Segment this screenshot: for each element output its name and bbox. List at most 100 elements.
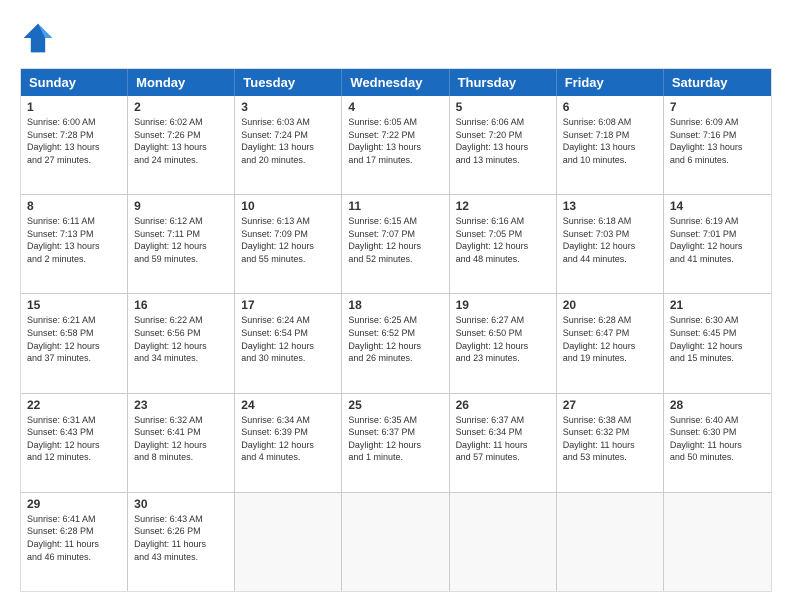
day-cell-16: 16 Sunrise: 6:22 AM Sunset: 6:56 PM Dayli…: [128, 294, 235, 392]
calendar-row-3: 22 Sunrise: 6:31 AM Sunset: 6:43 PM Dayli…: [21, 393, 771, 492]
day-info: Sunrise: 6:32 AM Sunset: 6:41 PM Dayligh…: [134, 414, 228, 464]
day-number: 1: [27, 100, 121, 114]
day-info: Sunrise: 6:16 AM Sunset: 7:05 PM Dayligh…: [456, 215, 550, 265]
header-day-saturday: Saturday: [664, 69, 771, 96]
day-info: Sunrise: 6:22 AM Sunset: 6:56 PM Dayligh…: [134, 314, 228, 364]
day-info: Sunrise: 6:27 AM Sunset: 6:50 PM Dayligh…: [456, 314, 550, 364]
day-number: 8: [27, 199, 121, 213]
day-number: 23: [134, 398, 228, 412]
day-cell-28: 28Sunrise: 6:40 AM Sunset: 6:30 PM Dayli…: [664, 394, 771, 492]
day-info: Sunrise: 6:38 AM Sunset: 6:32 PM Dayligh…: [563, 414, 657, 464]
day-cell-4: 4 Sunrise: 6:05 AM Sunset: 7:22 PM Daylig…: [342, 96, 449, 194]
day-number: 2: [134, 100, 228, 114]
day-number: 18: [348, 298, 442, 312]
day-info: Sunrise: 6:24 AM Sunset: 6:54 PM Dayligh…: [241, 314, 335, 364]
day-info: Sunrise: 6:30 AM Sunset: 6:45 PM Dayligh…: [670, 314, 765, 364]
day-number: 10: [241, 199, 335, 213]
day-number: 15: [27, 298, 121, 312]
day-cell-6: 6 Sunrise: 6:08 AM Sunset: 7:18 PM Daylig…: [557, 96, 664, 194]
day-number: 11: [348, 199, 442, 213]
day-cell-12: 12Sunrise: 6:16 AM Sunset: 7:05 PM Dayli…: [450, 195, 557, 293]
day-number: 28: [670, 398, 765, 412]
day-info: Sunrise: 6:08 AM Sunset: 7:18 PM Dayligh…: [563, 116, 657, 166]
day-cell-2: 2 Sunrise: 6:02 AM Sunset: 7:26 PM Daylig…: [128, 96, 235, 194]
day-number: 14: [670, 199, 765, 213]
calendar-row-0: 1 Sunrise: 6:00 AM Sunset: 7:28 PM Daylig…: [21, 96, 771, 194]
header-day-monday: Monday: [128, 69, 235, 96]
day-cell-1: 1 Sunrise: 6:00 AM Sunset: 7:28 PM Daylig…: [21, 96, 128, 194]
page-header: [20, 20, 772, 56]
day-cell-19: 19 Sunrise: 6:27 AM Sunset: 6:50 PM Dayli…: [450, 294, 557, 392]
day-cell-23: 23 Sunrise: 6:32 AM Sunset: 6:41 PM Dayli…: [128, 394, 235, 492]
day-number: 25: [348, 398, 442, 412]
day-cell-8: 8 Sunrise: 6:11 AM Sunset: 7:13 PM Daylig…: [21, 195, 128, 293]
day-cell-15: 15 Sunrise: 6:21 AM Sunset: 6:58 PM Dayli…: [21, 294, 128, 392]
day-number: 21: [670, 298, 765, 312]
day-info: Sunrise: 6:34 AM Sunset: 6:39 PM Dayligh…: [241, 414, 335, 464]
empty-cell: [235, 493, 342, 591]
day-cell-27: 27 Sunrise: 6:38 AM Sunset: 6:32 PM Dayli…: [557, 394, 664, 492]
calendar-body: 1 Sunrise: 6:00 AM Sunset: 7:28 PM Daylig…: [21, 96, 771, 591]
day-cell-26: 26 Sunrise: 6:37 AM Sunset: 6:34 PM Dayli…: [450, 394, 557, 492]
day-cell-14: 14 Sunrise: 6:19 AM Sunset: 7:01 PM Dayli…: [664, 195, 771, 293]
day-info: Sunrise: 6:12 AM Sunset: 7:11 PM Dayligh…: [134, 215, 228, 265]
day-cell-3: 3 Sunrise: 6:03 AM Sunset: 7:24 PM Daylig…: [235, 96, 342, 194]
day-number: 20: [563, 298, 657, 312]
day-number: 29: [27, 497, 121, 511]
day-cell-11: 11 Sunrise: 6:15 AM Sunset: 7:07 PM Dayli…: [342, 195, 449, 293]
day-info: Sunrise: 6:19 AM Sunset: 7:01 PM Dayligh…: [670, 215, 765, 265]
day-number: 6: [563, 100, 657, 114]
calendar: SundayMondayTuesdayWednesdayThursdayFrid…: [20, 68, 772, 592]
day-number: 16: [134, 298, 228, 312]
day-info: Sunrise: 6:37 AM Sunset: 6:34 PM Dayligh…: [456, 414, 550, 464]
day-cell-21: 21 Sunrise: 6:30 AM Sunset: 6:45 PM Dayli…: [664, 294, 771, 392]
day-info: Sunrise: 6:11 AM Sunset: 7:13 PM Dayligh…: [27, 215, 121, 265]
day-info: Sunrise: 6:06 AM Sunset: 7:20 PM Dayligh…: [456, 116, 550, 166]
day-number: 19: [456, 298, 550, 312]
header-day-tuesday: Tuesday: [235, 69, 342, 96]
day-info: Sunrise: 6:03 AM Sunset: 7:24 PM Dayligh…: [241, 116, 335, 166]
day-number: 3: [241, 100, 335, 114]
day-cell-30: 30 Sunrise: 6:43 AM Sunset: 6:26 PM Dayli…: [128, 493, 235, 591]
day-number: 27: [563, 398, 657, 412]
day-info: Sunrise: 6:15 AM Sunset: 7:07 PM Dayligh…: [348, 215, 442, 265]
day-number: 26: [456, 398, 550, 412]
empty-cell: [450, 493, 557, 591]
day-info: Sunrise: 6:43 AM Sunset: 6:26 PM Dayligh…: [134, 513, 228, 563]
header-day-wednesday: Wednesday: [342, 69, 449, 96]
day-cell-7: 7 Sunrise: 6:09 AM Sunset: 7:16 PM Daylig…: [664, 96, 771, 194]
day-info: Sunrise: 6:28 AM Sunset: 6:47 PM Dayligh…: [563, 314, 657, 364]
day-info: Sunrise: 6:05 AM Sunset: 7:22 PM Dayligh…: [348, 116, 442, 166]
calendar-header: SundayMondayTuesdayWednesdayThursdayFrid…: [21, 69, 771, 96]
day-number: 4: [348, 100, 442, 114]
day-cell-5: 5 Sunrise: 6:06 AM Sunset: 7:20 PM Daylig…: [450, 96, 557, 194]
day-info: Sunrise: 6:02 AM Sunset: 7:26 PM Dayligh…: [134, 116, 228, 166]
day-info: Sunrise: 6:31 AM Sunset: 6:43 PM Dayligh…: [27, 414, 121, 464]
day-number: 24: [241, 398, 335, 412]
day-number: 7: [670, 100, 765, 114]
day-cell-29: 29 Sunrise: 6:41 AM Sunset: 6:28 PM Dayli…: [21, 493, 128, 591]
day-info: Sunrise: 6:41 AM Sunset: 6:28 PM Dayligh…: [27, 513, 121, 563]
empty-cell: [664, 493, 771, 591]
header-day-sunday: Sunday: [21, 69, 128, 96]
day-number: 30: [134, 497, 228, 511]
day-info: Sunrise: 6:13 AM Sunset: 7:09 PM Dayligh…: [241, 215, 335, 265]
empty-cell: [342, 493, 449, 591]
day-info: Sunrise: 6:09 AM Sunset: 7:16 PM Dayligh…: [670, 116, 765, 166]
day-info: Sunrise: 6:35 AM Sunset: 6:37 PM Dayligh…: [348, 414, 442, 464]
day-cell-22: 22 Sunrise: 6:31 AM Sunset: 6:43 PM Dayli…: [21, 394, 128, 492]
header-day-thursday: Thursday: [450, 69, 557, 96]
header-day-friday: Friday: [557, 69, 664, 96]
calendar-row-4: 29 Sunrise: 6:41 AM Sunset: 6:28 PM Dayli…: [21, 492, 771, 591]
day-cell-9: 9 Sunrise: 6:12 AM Sunset: 7:11 PM Daylig…: [128, 195, 235, 293]
logo: [20, 20, 60, 56]
day-number: 22: [27, 398, 121, 412]
day-info: Sunrise: 6:00 AM Sunset: 7:28 PM Dayligh…: [27, 116, 121, 166]
day-cell-13: 13Sunrise: 6:18 AM Sunset: 7:03 PM Dayli…: [557, 195, 664, 293]
day-info: Sunrise: 6:18 AM Sunset: 7:03 PM Dayligh…: [563, 215, 657, 265]
day-info: Sunrise: 6:25 AM Sunset: 6:52 PM Dayligh…: [348, 314, 442, 364]
day-cell-17: 17Sunrise: 6:24 AM Sunset: 6:54 PM Dayli…: [235, 294, 342, 392]
day-info: Sunrise: 6:21 AM Sunset: 6:58 PM Dayligh…: [27, 314, 121, 364]
day-number: 9: [134, 199, 228, 213]
day-number: 5: [456, 100, 550, 114]
